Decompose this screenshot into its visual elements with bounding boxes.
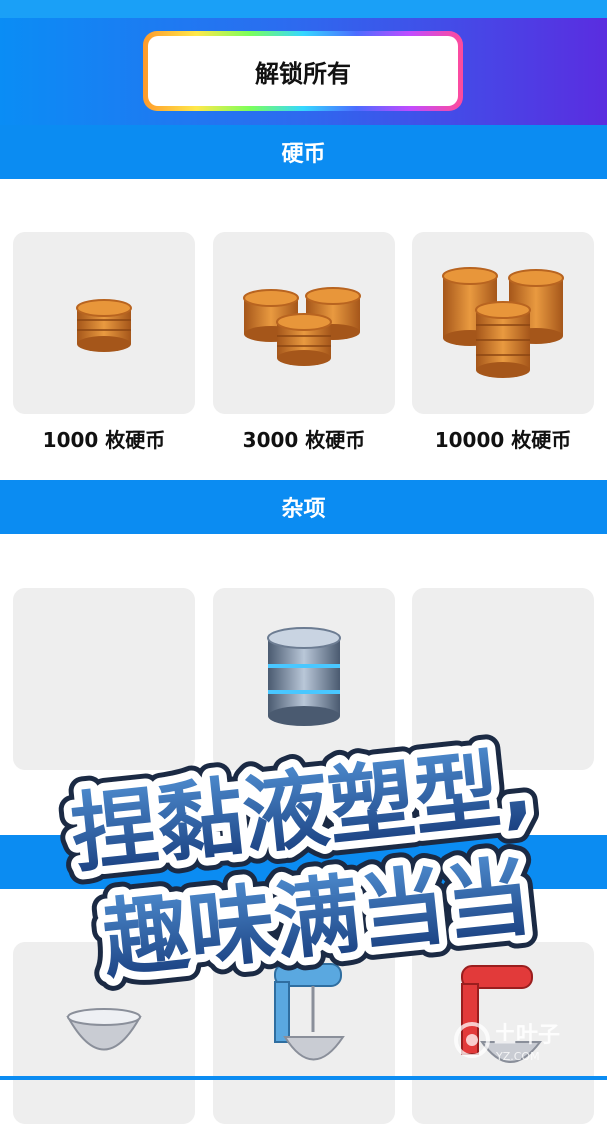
shop-item-misc-3[interactable] [412, 588, 594, 770]
shop-item-blue-mixer[interactable] [213, 942, 395, 1124]
label-3000-coins: 3000 枚硬币 [242, 428, 366, 452]
coin-stack-small-icon [76, 299, 132, 352]
section-header-tools [0, 835, 607, 889]
unlock-all-label: 解锁所有 [148, 36, 458, 106]
section-header-coins: 硬币 [0, 125, 607, 179]
watermark-text: 土叶子 [494, 1023, 560, 1048]
unlock-all-button[interactable]: 解锁所有 [143, 31, 463, 111]
shop-item-bowl[interactable] [13, 942, 195, 1124]
shop-item-misc-2[interactable] [213, 588, 395, 770]
section-header-misc: 杂项 [0, 480, 607, 534]
shop-item-3000-coins[interactable] [213, 232, 395, 414]
label-10000-coins: 10000 枚硬币 [434, 428, 572, 452]
bottom-accent-bar [0, 1076, 607, 1080]
watermark-subtext: YZ.COM [495, 1050, 540, 1063]
shop-item-misc-1[interactable] [13, 588, 195, 770]
shop-item-1000-coins[interactable] [13, 232, 195, 414]
label-1000-coins: 1000 枚硬币 [42, 428, 166, 452]
watermark-logo: 土叶子 YZ.COM [454, 1022, 560, 1063]
shop-item-10000-coins[interactable] [412, 232, 594, 414]
bowl-icon [66, 1008, 142, 1051]
blue-stand-mixer-icon [274, 963, 345, 1061]
coin-stack-medium-icon [243, 287, 361, 366]
coin-stack-large-icon [442, 267, 564, 378]
cylinder-stack-icon [267, 627, 341, 726]
